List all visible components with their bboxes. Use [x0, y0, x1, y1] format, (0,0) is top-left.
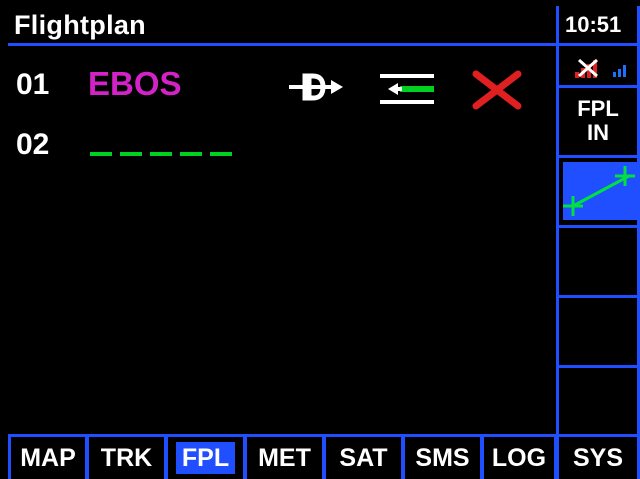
- waypoint-name[interactable]: EBOS: [88, 65, 182, 103]
- waypoint-number: 01: [16, 68, 50, 101]
- tab-label: LOG: [491, 443, 547, 472]
- tab-sms[interactable]: SMS: [405, 437, 480, 479]
- mode-label-line1: FPL: [577, 96, 619, 121]
- empty-waypoint-placeholder[interactable]: [90, 152, 232, 158]
- empty-softkey-2[interactable]: [559, 298, 637, 368]
- tab-label: SMS: [415, 443, 470, 472]
- empty-softkey-1[interactable]: [559, 228, 637, 298]
- route-button[interactable]: [563, 162, 637, 220]
- tab-fpl[interactable]: FPL: [168, 437, 243, 479]
- waypoint-number: 02: [16, 128, 50, 161]
- insert-waypoint-icon[interactable]: [378, 72, 438, 106]
- route-leg-icon: [563, 166, 635, 216]
- direct-to-icon[interactable]: [287, 72, 345, 102]
- mode-cell: FPL IN: [559, 88, 637, 158]
- delete-icon[interactable]: [472, 70, 522, 110]
- tab-trk[interactable]: TRK: [89, 437, 164, 479]
- tab-label: SYS: [572, 443, 624, 472]
- tab-label: MET: [258, 443, 311, 472]
- signal-strength-icon: [613, 65, 626, 77]
- no-signal-icon: [575, 58, 598, 78]
- tab-sat[interactable]: SAT: [326, 437, 401, 479]
- clock-cell: 10:51: [559, 6, 637, 46]
- tab-log[interactable]: LOG: [484, 437, 554, 479]
- page-title: Flightplan: [14, 10, 146, 40]
- tab-label: TRK: [100, 443, 153, 472]
- mode-label-line2: IN: [587, 120, 609, 145]
- tab-label: SAT: [339, 443, 388, 472]
- tab-label: MAP: [20, 443, 76, 472]
- tab-label: FPL: [175, 442, 236, 474]
- tab-met[interactable]: MET: [247, 437, 322, 479]
- status-column: 10:51 FPL IN: [556, 6, 640, 434]
- flightplan-panel: Flightplan 01 EBOS 02: [8, 6, 556, 434]
- tab-map[interactable]: MAP: [11, 437, 85, 479]
- tab-sys[interactable]: SYS: [559, 437, 637, 479]
- empty-softkey-3[interactable]: [559, 368, 637, 434]
- signal-cell: [559, 46, 637, 88]
- title-bar: Flightplan: [8, 6, 556, 46]
- route-button-cell[interactable]: [559, 158, 637, 228]
- clock: 10:51: [565, 12, 622, 37]
- tab-bar: MAP TRK FPL MET SAT SMS LOG SYS: [8, 434, 640, 479]
